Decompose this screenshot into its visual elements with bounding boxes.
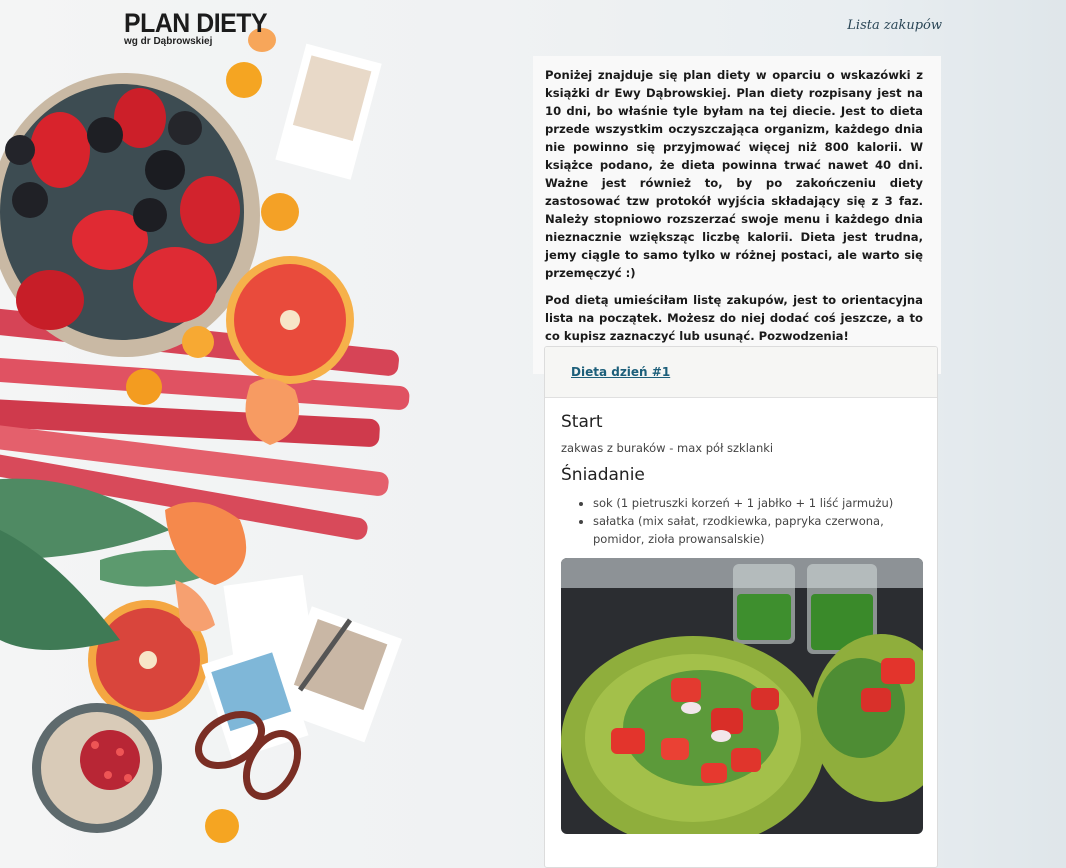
- intro-paragraph: Poniżej znajduje się plan diety w oparci…: [545, 68, 923, 280]
- list-item: sałatka (mix sałat, rzodkiewka, papryka …: [593, 512, 921, 548]
- list-item: sok (1 pietruszki korzeń + 1 jabłko + 1 …: [593, 494, 921, 512]
- card-body: Start zakwas z buraków - max pół szklank…: [545, 398, 937, 834]
- card-header: Dieta dzień #1: [545, 347, 937, 398]
- shopping-list-link[interactable]: Lista zakupów: [847, 18, 942, 33]
- breakfast-photo: [561, 558, 923, 834]
- breakfast-heading: Śniadanie: [561, 465, 645, 485]
- breakfast-list: sok (1 pietruszki korzeń + 1 jabłko + 1 …: [561, 494, 921, 548]
- intro-paragraph: Pod dietą umieściłam listę zakupów, jest…: [545, 293, 923, 343]
- site-title: PLAN DIETY: [124, 8, 268, 38]
- tab-diet-day-1[interactable]: Dieta dzień #1: [571, 365, 670, 379]
- start-text: zakwas z buraków - max pół szklanki: [561, 441, 774, 455]
- berry-bowl-illustration: [0, 73, 260, 357]
- peppercorn-bowl-illustration: [32, 703, 162, 833]
- site-logo[interactable]: PLAN DIETY wg dr Dąbrowskiej: [124, 8, 280, 47]
- background-food-illustration: [0, 28, 410, 843]
- diet-day-card: Dieta dzień #1 Start zakwas z buraków - …: [544, 346, 938, 868]
- start-heading: Start: [561, 412, 603, 432]
- intro-panel: Poniżej znajduje się plan diety w oparci…: [533, 56, 941, 374]
